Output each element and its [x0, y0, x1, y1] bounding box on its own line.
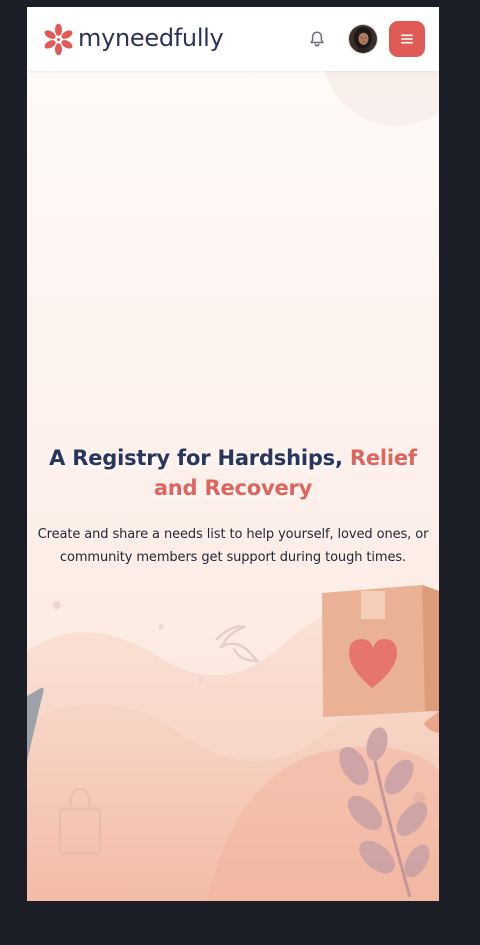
hero-section: A Registry for Hardships, Relief and Rec… [27, 71, 439, 901]
hero-headline: A Registry for Hardships, Relief and Rec… [35, 443, 431, 503]
app-frame: myneedfully A Registry for Hardships, Re… [27, 7, 439, 901]
user-avatar-image [349, 25, 377, 53]
top-nav: myneedfully [27, 7, 439, 71]
headline-text: A Registry for Hardships, [49, 446, 343, 470]
menu-button[interactable] [389, 21, 425, 57]
asterisk-flower-icon [44, 23, 73, 55]
avatar[interactable] [348, 24, 378, 54]
bell-icon[interactable] [307, 29, 327, 49]
hamburger-icon [401, 34, 413, 44]
brand-logo[interactable]: myneedfully [42, 22, 224, 56]
logo-text: myneedfully [78, 23, 224, 52]
hero-subtitle: Create and share a needs list to help yo… [37, 527, 429, 565]
